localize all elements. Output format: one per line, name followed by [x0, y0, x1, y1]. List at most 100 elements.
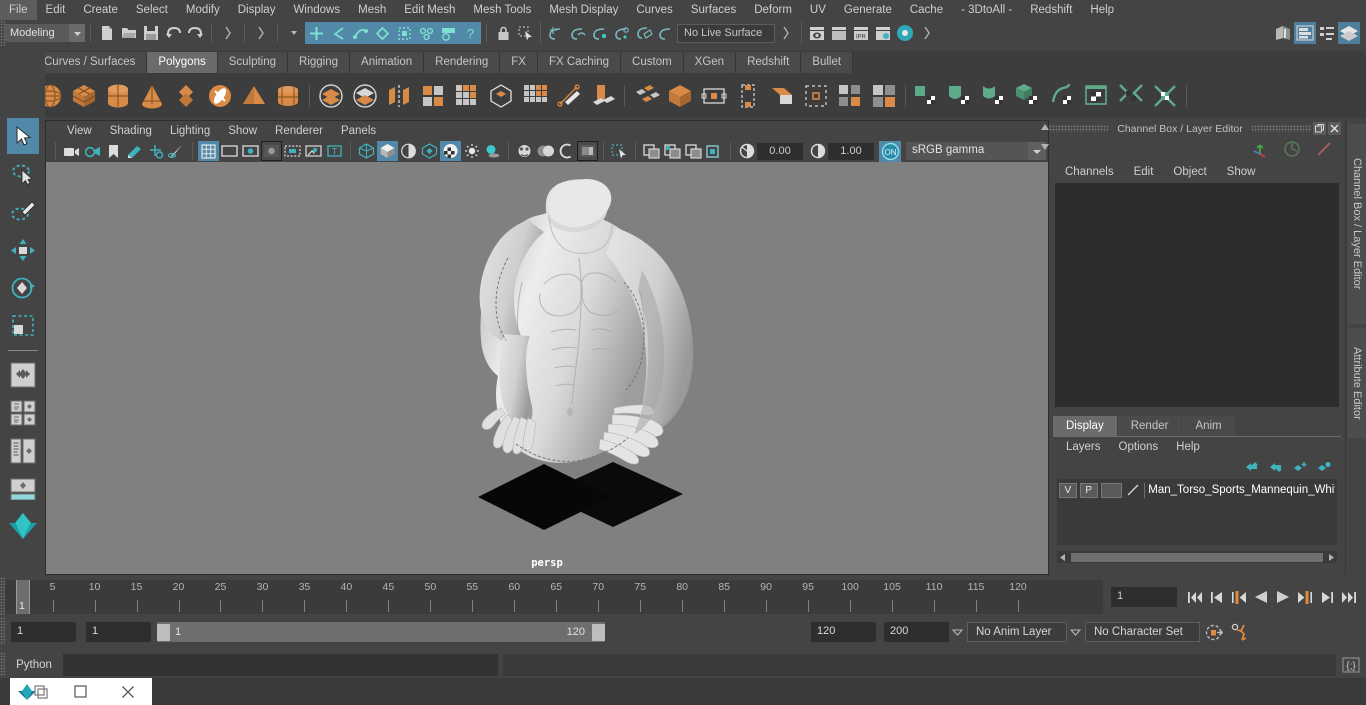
channel-box-menu-show[interactable]: Show	[1217, 166, 1266, 178]
layer-list[interactable]: V P Man_Torso_Sports_Mannequin_Whit	[1057, 479, 1337, 545]
bevel-icon[interactable]	[552, 78, 586, 114]
shelf-tab-xgen[interactable]: XGen	[683, 52, 737, 73]
playback-options-chevron-icon[interactable]	[949, 628, 965, 637]
command-output-field[interactable]	[503, 654, 1336, 676]
xray-active-components-icon[interactable]	[683, 141, 704, 161]
layer-row[interactable]: V P Man_Torso_Sports_Mannequin_Whit	[1059, 481, 1335, 499]
smooth-icon[interactable]	[450, 78, 484, 114]
field-chart-icon[interactable]	[282, 141, 303, 161]
move-layer-up-icon[interactable]	[1245, 461, 1259, 473]
highlight-selection-mode-icon[interactable]	[514, 22, 536, 44]
range-end-field[interactable]: 120	[811, 622, 876, 642]
menu-mesh-tools[interactable]: Mesh Tools	[464, 0, 540, 20]
layer-display-type-toggle[interactable]	[1100, 482, 1123, 498]
channel-box-content[interactable]	[1055, 183, 1339, 407]
polygon-platonic-icon[interactable]	[169, 78, 203, 114]
append-polygon-icon[interactable]	[629, 78, 663, 114]
view-transform-enabled-icon[interactable]: ON	[879, 140, 901, 162]
multi-cut-icon[interactable]	[663, 78, 697, 114]
uv-camera-icon[interactable]	[1080, 78, 1114, 114]
character-set-selector[interactable]: No Character Set	[1085, 622, 1200, 642]
lock-selection-icon[interactable]	[492, 22, 514, 44]
modeling-toolkit-icon[interactable]	[1315, 140, 1333, 158]
snap-to-projected-center-icon[interactable]	[611, 22, 633, 44]
select-by-component-icon[interactable]	[349, 22, 371, 44]
render-current-frame-icon[interactable]	[806, 22, 828, 44]
range-end-grip[interactable]	[592, 623, 605, 641]
uv-automatic-icon[interactable]	[1046, 78, 1080, 114]
edge-tab-attribute-editor[interactable]: Attribute Editor	[1348, 328, 1366, 438]
target-weld-icon[interactable]	[731, 78, 765, 114]
connect-icon[interactable]	[765, 78, 799, 114]
menu-redshift[interactable]: Redshift	[1021, 0, 1081, 20]
screen-space-ao-icon[interactable]	[514, 141, 535, 161]
component-cv-icon[interactable]	[437, 22, 459, 44]
menu-generate[interactable]: Generate	[835, 0, 901, 20]
four-view-layout-button[interactable]	[7, 395, 39, 431]
play-backwards-icon[interactable]	[1251, 586, 1270, 608]
shaded-wireframe-icon[interactable]	[398, 141, 419, 161]
viewport-canvas[interactable]: persp	[46, 162, 1048, 574]
shelf-tab-fx[interactable]: FX	[500, 52, 538, 73]
shelf-tab-redshift[interactable]: Redshift	[736, 52, 802, 73]
channel-box-menu-object[interactable]: Object	[1163, 166, 1216, 178]
menu-edit[interactable]: Edit	[37, 0, 75, 20]
open-scene-icon[interactable]	[118, 22, 140, 44]
viewport-menu-show[interactable]: Show	[219, 125, 266, 137]
show-hide-tool-settings-icon[interactable]	[1316, 22, 1338, 44]
safe-title-icon[interactable]: T	[324, 141, 345, 161]
menu-help[interactable]: Help	[1081, 0, 1123, 20]
select-tool-button[interactable]	[6, 118, 39, 154]
range-start-field[interactable]: 1	[86, 622, 151, 642]
snap-to-curve-icon[interactable]	[567, 22, 589, 44]
extract-icon[interactable]	[382, 78, 416, 114]
quad-draw-icon[interactable]	[697, 78, 731, 114]
xray-selection-icon[interactable]	[704, 141, 725, 161]
camera-attributes-icon[interactable]	[82, 141, 103, 161]
shelf-tab-fx-caching[interactable]: FX Caching	[537, 52, 622, 73]
anim-layer-chevron-icon[interactable]	[1067, 628, 1083, 637]
bridge-icon[interactable]	[586, 78, 620, 114]
viewport-menu-shading[interactable]: Shading	[101, 125, 161, 137]
menu-mesh-display[interactable]: Mesh Display	[540, 0, 627, 20]
component-uv-icon[interactable]	[415, 22, 437, 44]
range-start-grip[interactable]	[157, 623, 170, 641]
snap-to-point-icon[interactable]	[589, 22, 611, 44]
live-surface-field[interactable]: No Live Surface	[677, 23, 775, 43]
undock-icon[interactable]	[1313, 122, 1326, 135]
shelf-tab-curves-surfaces[interactable]: Curves / Surfaces	[33, 52, 148, 73]
new-scene-icon[interactable]	[96, 22, 118, 44]
menu-mesh[interactable]: Mesh	[349, 0, 395, 20]
edge-tab-channel-box[interactable]: Channel Box / Layer Editor	[1348, 124, 1366, 324]
ipr-render-icon[interactable]: IPR	[850, 22, 872, 44]
menu-uv[interactable]: UV	[801, 0, 835, 20]
layer-visibility-toggle[interactable]: V	[1059, 482, 1077, 498]
viewport-menu-renderer[interactable]: Renderer	[266, 125, 332, 137]
more-options-icon[interactable]	[283, 22, 305, 44]
animation-start-field[interactable]: 1	[11, 622, 76, 642]
hypershade-icon[interactable]	[894, 22, 916, 44]
show-hide-modeling-toolkit-icon[interactable]	[1272, 22, 1294, 44]
attribute-editor-icon[interactable]	[1283, 140, 1301, 158]
shelf-tab-animation[interactable]: Animation	[350, 52, 425, 73]
menu-edit-mesh[interactable]: Edit Mesh	[395, 0, 464, 20]
collapse-section-icon[interactable]	[916, 22, 938, 44]
menu-create[interactable]: Create	[74, 0, 127, 20]
component-vertex-icon[interactable]	[371, 22, 393, 44]
new-layer-from-selected-icon[interactable]	[1317, 461, 1331, 473]
polygon-cone-icon[interactable]	[135, 78, 169, 114]
shelf-tab-sculpting[interactable]: Sculpting	[217, 52, 289, 73]
polygon-cylinder-icon[interactable]	[101, 78, 135, 114]
single-perspective-layout-button[interactable]	[7, 357, 39, 393]
restore-icon[interactable]	[57, 678, 104, 705]
menu-3dtoall[interactable]: - 3DtoAll -	[952, 0, 1021, 20]
scroll-right-icon[interactable]	[1325, 553, 1337, 562]
close-icon[interactable]	[105, 678, 152, 705]
component-face-icon[interactable]	[393, 22, 415, 44]
channel-box-icon[interactable]	[1251, 140, 1269, 158]
command-input-field[interactable]	[63, 654, 498, 676]
render-sequence-icon[interactable]	[828, 22, 850, 44]
channel-box-menu-edit[interactable]: Edit	[1124, 166, 1164, 178]
menu-curves[interactable]: Curves	[627, 0, 681, 20]
collapse-section-icon[interactable]	[250, 22, 272, 44]
